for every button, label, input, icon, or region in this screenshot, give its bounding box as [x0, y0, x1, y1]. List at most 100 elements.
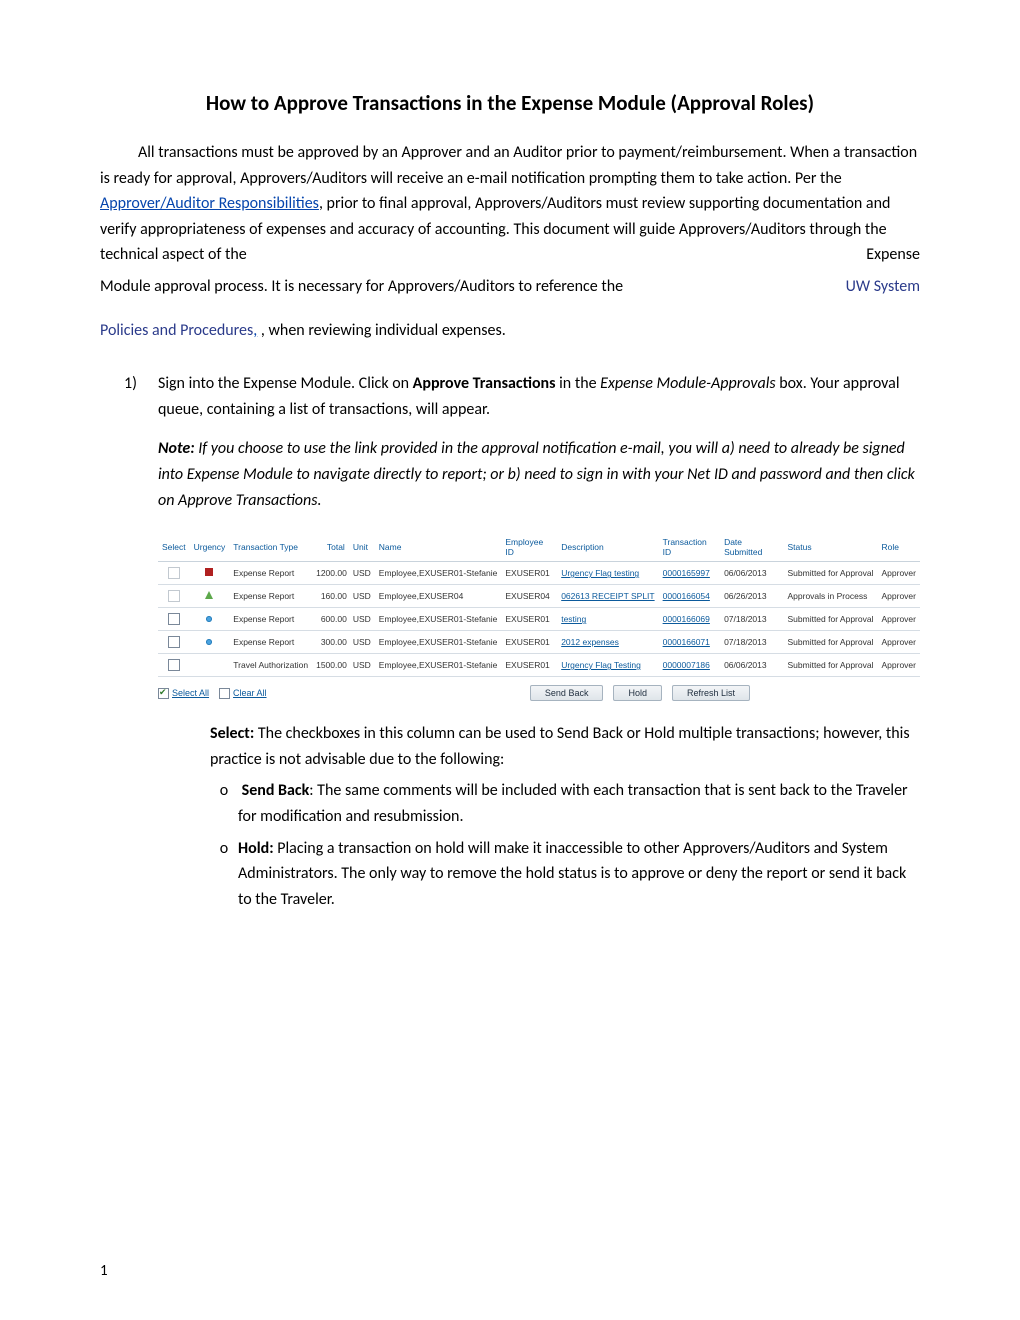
hold-text: Placing a transaction on hold will make … [238, 839, 906, 909]
select-text: The checkboxes in this column can be use… [210, 724, 910, 769]
cell-role: Approver [877, 585, 920, 608]
policies-tail: , when reviewing individual expenses. [261, 321, 506, 340]
col-ttype[interactable]: Transaction Type [229, 533, 312, 562]
table-row: Expense Report600.00USDEmployee,EXUSER01… [158, 608, 920, 631]
urgency-green-icon [205, 591, 213, 599]
cell-date-submitted: 06/06/2013 [720, 654, 783, 677]
cell-name: Employee,EXUSER01-Stefanie [375, 562, 502, 585]
cell-status: Approvals in Process [783, 585, 877, 608]
cell-transaction-type: Expense Report [229, 608, 312, 631]
intro-text-c: Module approval process. It is necessary… [100, 277, 623, 296]
policies-link-text[interactable]: Policies and Procedures [100, 321, 253, 340]
clear-all-control[interactable]: Clear All [219, 688, 267, 699]
cell-name: Employee,EXUSER01-Stefanie [375, 654, 502, 677]
approval-queue-table: Select Urgency Transaction Type Total Un… [158, 533, 920, 677]
cell-total: 300.00 [312, 631, 349, 654]
step-1-italic: Expense Module-Approvals [600, 374, 775, 393]
row-select-checkbox[interactable] [168, 590, 180, 602]
policies-line: Policies and Procedures, , when reviewin… [100, 318, 920, 344]
table-row: Travel Authorization1500.00USDEmployee,E… [158, 654, 920, 677]
bullet-hold: o Hold: Placing a transaction on hold wi… [210, 836, 920, 913]
note-body: If you choose to use the link provided i… [158, 439, 915, 509]
approver-responsibilities-link[interactable]: Approver/Auditor Responsibilities [100, 194, 319, 213]
refresh-list-button[interactable]: Refresh List [672, 685, 750, 701]
cell-name: Employee,EXUSER04 [375, 585, 502, 608]
col-name[interactable]: Name [375, 533, 502, 562]
send-back-text: : The same comments will be included wit… [238, 781, 908, 826]
select-column-explanation: Select: The checkboxes in this column ca… [210, 721, 920, 912]
table-row: Expense Report300.00USDEmployee,EXUSER01… [158, 631, 920, 654]
cell-unit: USD [349, 608, 375, 631]
cell-total: 600.00 [312, 608, 349, 631]
cell-transaction-id-link[interactable]: 0000166071 [663, 637, 710, 647]
col-role[interactable]: Role [877, 533, 920, 562]
page-number: 1 [100, 1262, 108, 1280]
intro-paragraph: All transactions must be approved by an … [100, 140, 920, 268]
hold-button[interactable]: Hold [613, 685, 662, 701]
cell-employee-id: EXUSER01 [501, 608, 557, 631]
cell-transaction-type: Travel Authorization [229, 654, 312, 677]
col-empid[interactable]: Employee ID [501, 533, 557, 562]
select-all-checkbox-icon [158, 688, 169, 699]
cell-transaction-id-link[interactable]: 0000166054 [663, 591, 710, 601]
bullet-circle-icon: o [210, 778, 238, 829]
clear-all-link[interactable]: Clear All [233, 688, 267, 698]
cell-transaction-id-link[interactable]: 0000166069 [663, 614, 710, 624]
col-status[interactable]: Status [783, 533, 877, 562]
cell-role: Approver [877, 562, 920, 585]
step-1-text-c: in the [556, 374, 601, 393]
cell-description-link[interactable]: 2012 expenses [561, 637, 619, 647]
cell-description-link[interactable]: Urgency Flag Testing [561, 660, 641, 670]
send-back-label: Send Back [242, 781, 310, 800]
cell-role: Approver [877, 654, 920, 677]
intro-paragraph-2: Module approval process. It is necessary… [100, 274, 920, 300]
cell-role: Approver [877, 631, 920, 654]
cell-total: 1200.00 [312, 562, 349, 585]
cell-employee-id: EXUSER01 [501, 654, 557, 677]
cell-transaction-type: Expense Report [229, 585, 312, 608]
col-unit[interactable]: Unit [349, 533, 375, 562]
select-all-control[interactable]: Select All [158, 688, 209, 699]
row-select-checkbox[interactable] [168, 567, 180, 579]
floating-word-uwsystem: UW System [846, 274, 920, 300]
cell-name: Employee,EXUSER01-Stefanie [375, 608, 502, 631]
cell-role: Approver [877, 608, 920, 631]
cell-description-link[interactable]: testing [561, 614, 586, 624]
col-urgency[interactable]: Urgency [190, 533, 230, 562]
cell-date-submitted: 07/18/2013 [720, 631, 783, 654]
cell-status: Submitted for Approval [783, 631, 877, 654]
step-1-text-a: Sign into the Expense Module. Click on [158, 374, 413, 393]
col-date[interactable]: Date Submitted [720, 533, 783, 562]
cell-transaction-type: Expense Report [229, 631, 312, 654]
table-actions-row: Select All Clear All Send Back Hold Refr… [158, 685, 920, 701]
cell-transaction-id-link[interactable]: 0000165997 [663, 568, 710, 578]
step-1: 1) Sign into the Expense Module. Click o… [100, 371, 920, 422]
cell-status: Submitted for Approval [783, 562, 877, 585]
cell-total: 1500.00 [312, 654, 349, 677]
intro-text-a: All transactions must be approved by an … [100, 143, 917, 188]
cell-employee-id: EXUSER04 [501, 585, 557, 608]
row-select-checkbox[interactable] [168, 613, 180, 625]
col-tid[interactable]: Transaction ID [659, 533, 720, 562]
urgency-blue-icon [206, 639, 212, 645]
select-label: Select: [210, 724, 254, 743]
col-desc[interactable]: Description [557, 533, 658, 562]
step-1-number: 1) [100, 371, 158, 422]
send-back-button[interactable]: Send Back [530, 685, 604, 701]
cell-date-submitted: 07/18/2013 [720, 608, 783, 631]
bullet-circle-icon: o [210, 836, 238, 913]
row-select-checkbox[interactable] [168, 636, 180, 648]
policies-comma-link[interactable]: , [253, 321, 257, 340]
col-select[interactable]: Select [158, 533, 190, 562]
cell-unit: USD [349, 631, 375, 654]
cell-description-link[interactable]: 062613 RECEIPT SPLIT [561, 591, 654, 601]
cell-description-link[interactable]: Urgency Flag testing [561, 568, 639, 578]
col-total[interactable]: Total [312, 533, 349, 562]
select-all-link[interactable]: Select All [172, 688, 209, 698]
page-title: How to Approve Transactions in the Expen… [100, 90, 920, 116]
table-header-row: Select Urgency Transaction Type Total Un… [158, 533, 920, 562]
cell-transaction-id-link[interactable]: 0000007186 [663, 660, 710, 670]
row-select-checkbox[interactable] [168, 659, 180, 671]
cell-date-submitted: 06/26/2013 [720, 585, 783, 608]
bullet-send-back: o Send Back: The same comments will be i… [210, 778, 920, 829]
